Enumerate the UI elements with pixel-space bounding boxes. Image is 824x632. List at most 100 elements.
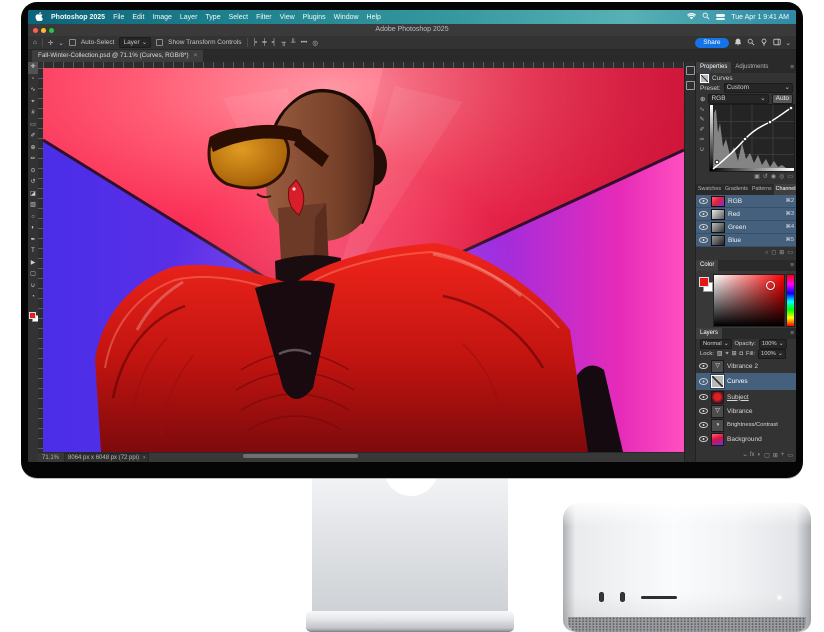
tool-type[interactable]: T: [28, 246, 38, 258]
discover-lightbulb-icon[interactable]: [760, 38, 768, 48]
status-arrow-icon[interactable]: ›: [143, 455, 145, 461]
tool-crop[interactable]: #: [28, 108, 38, 120]
layer-mask-icon[interactable]: ▢: [764, 452, 770, 459]
channel-row-blue[interactable]: Blue ⌘5: [696, 234, 796, 247]
menu-item-plugins[interactable]: Plugins: [303, 14, 326, 21]
visibility-eye-icon[interactable]: [699, 394, 708, 401]
panel-menu-icon[interactable]: ≡: [787, 260, 796, 271]
smooth-icon[interactable]: ∪: [700, 146, 704, 153]
menu-item-edit[interactable]: Edit: [132, 14, 144, 21]
fill-dropdown[interactable]: 100%⌄: [758, 349, 786, 359]
home-icon[interactable]: ⌂: [33, 39, 37, 46]
channel-row-red[interactable]: Red ⌘3: [696, 208, 796, 221]
tab-color[interactable]: Color: [696, 260, 718, 271]
history-panel-icon[interactable]: [686, 66, 695, 75]
tool-gradient[interactable]: ▥: [28, 200, 38, 212]
canvas[interactable]: [43, 68, 684, 452]
menu-item-image[interactable]: Image: [152, 14, 171, 21]
chevron-down-icon[interactable]: ⌄: [58, 39, 63, 47]
menu-item-layer[interactable]: Layer: [180, 14, 198, 21]
document-tab[interactable]: Fall-Winter-Collection.psd @ 71.1% (Curv…: [32, 50, 203, 62]
new-channel-icon[interactable]: ⊞: [779, 249, 784, 256]
tool-lasso[interactable]: ∿: [28, 85, 38, 97]
workspace-icon[interactable]: [773, 38, 781, 48]
tool-zoom[interactable]: ◔: [28, 292, 38, 304]
visibility-eye-icon[interactable]: [699, 408, 708, 415]
visibility-eye-icon[interactable]: [699, 422, 708, 429]
tab-patterns[interactable]: Patterns: [750, 184, 774, 195]
new-layer-icon[interactable]: +: [781, 452, 785, 458]
visibility-eye-icon[interactable]: [699, 198, 708, 205]
target-icon[interactable]: ◉: [771, 173, 776, 180]
control-center-icon[interactable]: [716, 14, 725, 20]
auto-select-checkbox[interactable]: [69, 39, 76, 46]
align-bottom-icon[interactable]: ╨: [291, 39, 296, 46]
tool-clone-stamp[interactable]: ⊙: [28, 166, 38, 178]
curves-histogram[interactable]: [709, 104, 795, 172]
zoom-level[interactable]: 71.1%: [42, 455, 59, 461]
visibility-eye-icon[interactable]: [699, 378, 708, 385]
share-button[interactable]: Share: [695, 38, 728, 48]
saturation-brightness-field[interactable]: [713, 274, 785, 327]
apple-logo-icon[interactable]: [35, 12, 43, 23]
visibility-eye-icon[interactable]: [699, 363, 708, 370]
gray-point-eyedropper-icon[interactable]: ✐: [699, 126, 704, 133]
layer-effects-icon[interactable]: fx: [750, 452, 755, 458]
tool-marquee[interactable]: ▫: [28, 74, 38, 86]
panel-menu-icon[interactable]: ≡: [787, 328, 796, 339]
visibility-eye-icon[interactable]: [699, 237, 708, 244]
tool-eyedropper[interactable]: ✐: [28, 131, 38, 143]
menu-item-filter[interactable]: Filter: [256, 14, 272, 21]
tool-frame[interactable]: ▭: [28, 120, 38, 132]
tool-object-selection[interactable]: ⌖: [28, 97, 38, 109]
layer-row-vibrance[interactable]: ▽ Vibrance: [696, 404, 796, 418]
channel-row-rgb[interactable]: RGB ⌘2: [696, 195, 796, 208]
channel-row-green[interactable]: Green ⌘4: [696, 221, 796, 234]
visibility-eye-icon[interactable]: [699, 436, 708, 443]
align-right-icon[interactable]: ╡: [272, 39, 277, 46]
close-tab-icon[interactable]: ×: [194, 50, 198, 62]
delete-channel-icon[interactable]: ▭: [787, 249, 793, 256]
menu-item-help[interactable]: Help: [367, 14, 381, 21]
foreground-background-swatches[interactable]: [29, 312, 38, 321]
layer-row-vibrance2[interactable]: ▽ Vibrance 2: [696, 359, 796, 373]
save-selection-icon[interactable]: ◻: [771, 249, 776, 256]
menu-item-file[interactable]: File: [113, 14, 124, 21]
new-group-icon[interactable]: ⊞: [773, 452, 778, 459]
clip-icon[interactable]: ▣: [754, 173, 760, 180]
tool-healing[interactable]: ⊕: [28, 143, 38, 155]
wifi-icon[interactable]: [687, 13, 696, 22]
auto-select-mode-dropdown[interactable]: Layer⌄: [119, 37, 151, 48]
menu-item-type[interactable]: Type: [205, 14, 220, 21]
auto-button[interactable]: Auto: [772, 94, 793, 104]
align-left-icon[interactable]: ╞: [253, 39, 258, 46]
more-options-icon[interactable]: •••: [301, 39, 308, 46]
menu-item-window[interactable]: Window: [334, 14, 359, 21]
visibility-eye-icon[interactable]: [699, 211, 708, 218]
curve-draw-icon[interactable]: ∿: [699, 106, 704, 113]
layer-row-subject[interactable]: Subject: [696, 390, 796, 404]
opacity-dropdown[interactable]: 100%⌄: [759, 339, 787, 349]
menu-item-view[interactable]: View: [280, 14, 295, 21]
load-selection-icon[interactable]: ○: [765, 250, 769, 256]
lock-transparency-icon[interactable]: ▨: [717, 351, 722, 357]
delete-layer-icon[interactable]: ▭: [787, 452, 793, 459]
tab-gradients[interactable]: Gradients: [723, 184, 750, 195]
preset-dropdown[interactable]: Custom⌄: [724, 83, 793, 93]
visibility-eye-icon[interactable]: ◎: [779, 173, 784, 180]
tab-adjustments[interactable]: Adjustments: [731, 62, 772, 73]
tool-shape[interactable]: ▢: [28, 269, 38, 281]
tab-swatches[interactable]: Swatches: [696, 184, 723, 195]
search-icon[interactable]: [747, 38, 755, 48]
tab-properties[interactable]: Properties: [696, 62, 731, 73]
tab-channels[interactable]: Channels: [774, 184, 796, 195]
tool-move[interactable]: ✛: [28, 62, 38, 74]
notifications-bell-icon[interactable]: [734, 38, 742, 48]
channel-dropdown[interactable]: RGB⌄: [708, 94, 768, 104]
tool-brush[interactable]: ✏: [28, 154, 38, 166]
blend-mode-dropdown[interactable]: Normal⌄: [700, 339, 732, 349]
delete-icon[interactable]: ▭: [787, 173, 793, 180]
snap-icon[interactable]: ◎: [312, 39, 318, 47]
color-picker-ring[interactable]: [766, 281, 775, 290]
tool-path-select[interactable]: ▶: [28, 258, 38, 270]
